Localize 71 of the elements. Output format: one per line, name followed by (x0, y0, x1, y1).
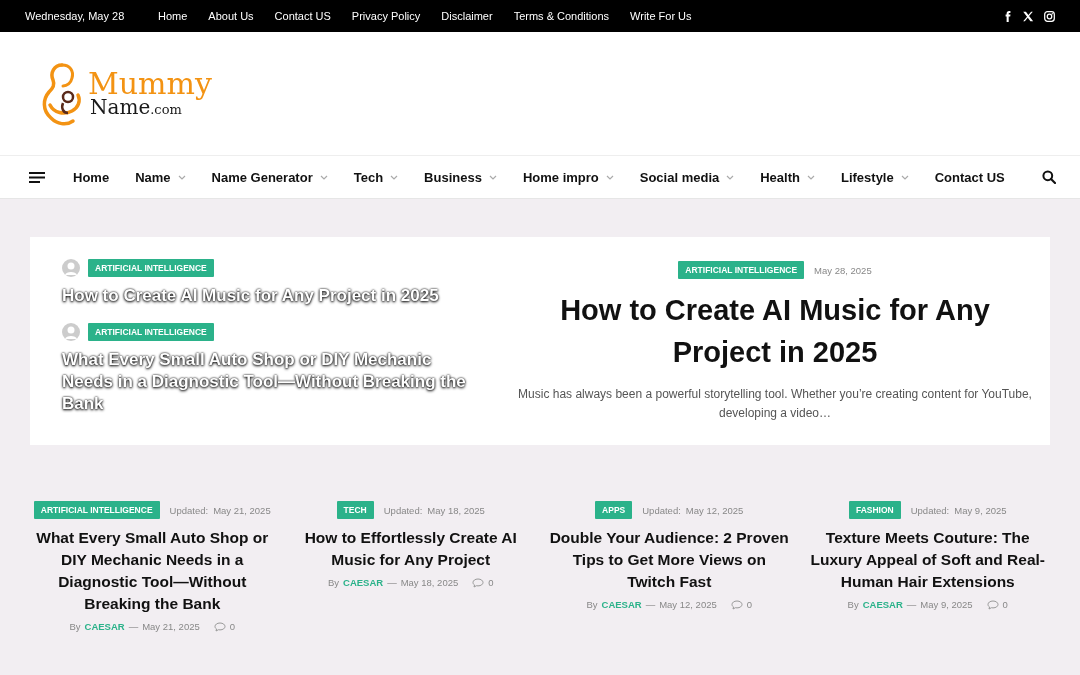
post-date: May 21, 2025 (142, 621, 200, 632)
avatar-icon (62, 259, 80, 277)
post-date: May 18, 2025 (400, 577, 459, 588)
nav-item[interactable]: Name (135, 169, 171, 185)
instagram-icon[interactable] (1044, 10, 1055, 22)
caret-icon[interactable] (390, 174, 399, 180)
avatar-icon (62, 323, 80, 341)
post-date: May 12, 2025 (659, 599, 717, 610)
comment-icon (986, 599, 999, 610)
comment-count: 0 (229, 621, 236, 632)
caret-icon[interactable] (319, 174, 328, 180)
post-date: May 28, 2025 (814, 264, 872, 276)
post-title[interactable]: Texture Meets Couture: The Luxury Appeal of Soft and Real-Human Hair Extensions (805, 527, 1050, 593)
caret-icon[interactable] (726, 174, 735, 180)
caret-icon[interactable] (900, 174, 909, 180)
top-bar-link[interactable]: Terms & Conditions (513, 10, 610, 22)
search-icon[interactable] (1042, 170, 1056, 184)
separator: — (128, 621, 139, 632)
updated-date: May 18, 2025 (427, 504, 485, 516)
post-title[interactable]: What Every Small Auto Shop or DIY Mechanic Needs in a Diagnostic Tool—Without Breaking the Bank (30, 527, 275, 615)
top-bar-link[interactable]: Write For Us (630, 10, 692, 22)
updated-label: Updated: (169, 504, 209, 516)
nav-item[interactable]: Home (73, 169, 110, 185)
post-title[interactable]: Double Your Audience: 2 Proven Tips to Get More Views on Twitch Fast (547, 527, 792, 593)
top-bar-link[interactable]: Home (158, 10, 188, 22)
nav-item[interactable]: Health (760, 169, 800, 185)
updated-label: Updated: (383, 504, 423, 516)
separator: — (906, 599, 917, 610)
post-excerpt: Music has always been a powerful storytelling tool. Whether you’re creating content for YouTube, developing a video… (517, 386, 1033, 422)
featured-title[interactable]: How to Create AI Music for Any Project in 2025 (540, 289, 1010, 373)
top-bar-link[interactable]: Privacy Policy (351, 10, 421, 22)
site-logo[interactable]: Mummy Name.com (42, 60, 212, 127)
comment-icon (213, 621, 226, 632)
nav-item[interactable]: Business (424, 169, 482, 185)
byline-label: By (69, 621, 81, 632)
caret-icon[interactable] (177, 174, 186, 180)
nav-item[interactable]: Contact US (934, 169, 1005, 185)
caret-icon[interactable] (806, 174, 815, 180)
byline-label: By (327, 577, 340, 588)
top-bar-link[interactable]: Contact US (274, 10, 331, 22)
post-title[interactable]: How to Effortlessly Create AI Music for Any Project (288, 527, 533, 571)
updated-label: Updated: (642, 504, 681, 516)
caret-icon[interactable] (605, 174, 614, 180)
separator: — (387, 577, 397, 588)
comment-count: 0 (488, 577, 494, 588)
nav-item[interactable]: Name Generator (211, 169, 313, 185)
nav-item[interactable]: Home impro (522, 169, 599, 185)
comment-count: 0 (1002, 599, 1008, 610)
updated-label: Updated: (910, 504, 950, 516)
byline-label: By (847, 599, 859, 610)
facebook-icon[interactable] (1004, 10, 1012, 22)
top-bar-link[interactable]: About Us (208, 10, 254, 22)
caret-icon[interactable] (488, 174, 497, 180)
slide-title[interactable]: How to Create AI Music for Any Project in 2025 (62, 285, 439, 307)
updated-date: May 12, 2025 (685, 504, 744, 516)
menu-icon[interactable] (29, 171, 45, 183)
x-logo-icon[interactable] (1022, 10, 1034, 22)
updated-date: May 21, 2025 (213, 504, 271, 516)
top-bar-date: Wednesday, May 28 (25, 10, 126, 22)
slide-title[interactable]: What Every Small Auto Shop or DIY Mechanic Needs in a Diagnostic Tool—Without Breaking the Bank (62, 349, 480, 415)
nav-item[interactable]: Tech (353, 169, 384, 185)
updated-date: May 9, 2025 (954, 504, 1007, 516)
nav-item[interactable]: Lifestyle (840, 169, 894, 185)
top-bar-link[interactable]: Disclaimer (441, 10, 493, 22)
byline-label: By (586, 599, 598, 610)
separator: — (645, 599, 656, 610)
comment-icon (472, 577, 485, 588)
post-date: May 9, 2025 (920, 599, 973, 610)
comment-count: 0 (746, 599, 753, 610)
comment-icon (730, 599, 743, 610)
nav-item[interactable]: Social media (639, 169, 720, 185)
